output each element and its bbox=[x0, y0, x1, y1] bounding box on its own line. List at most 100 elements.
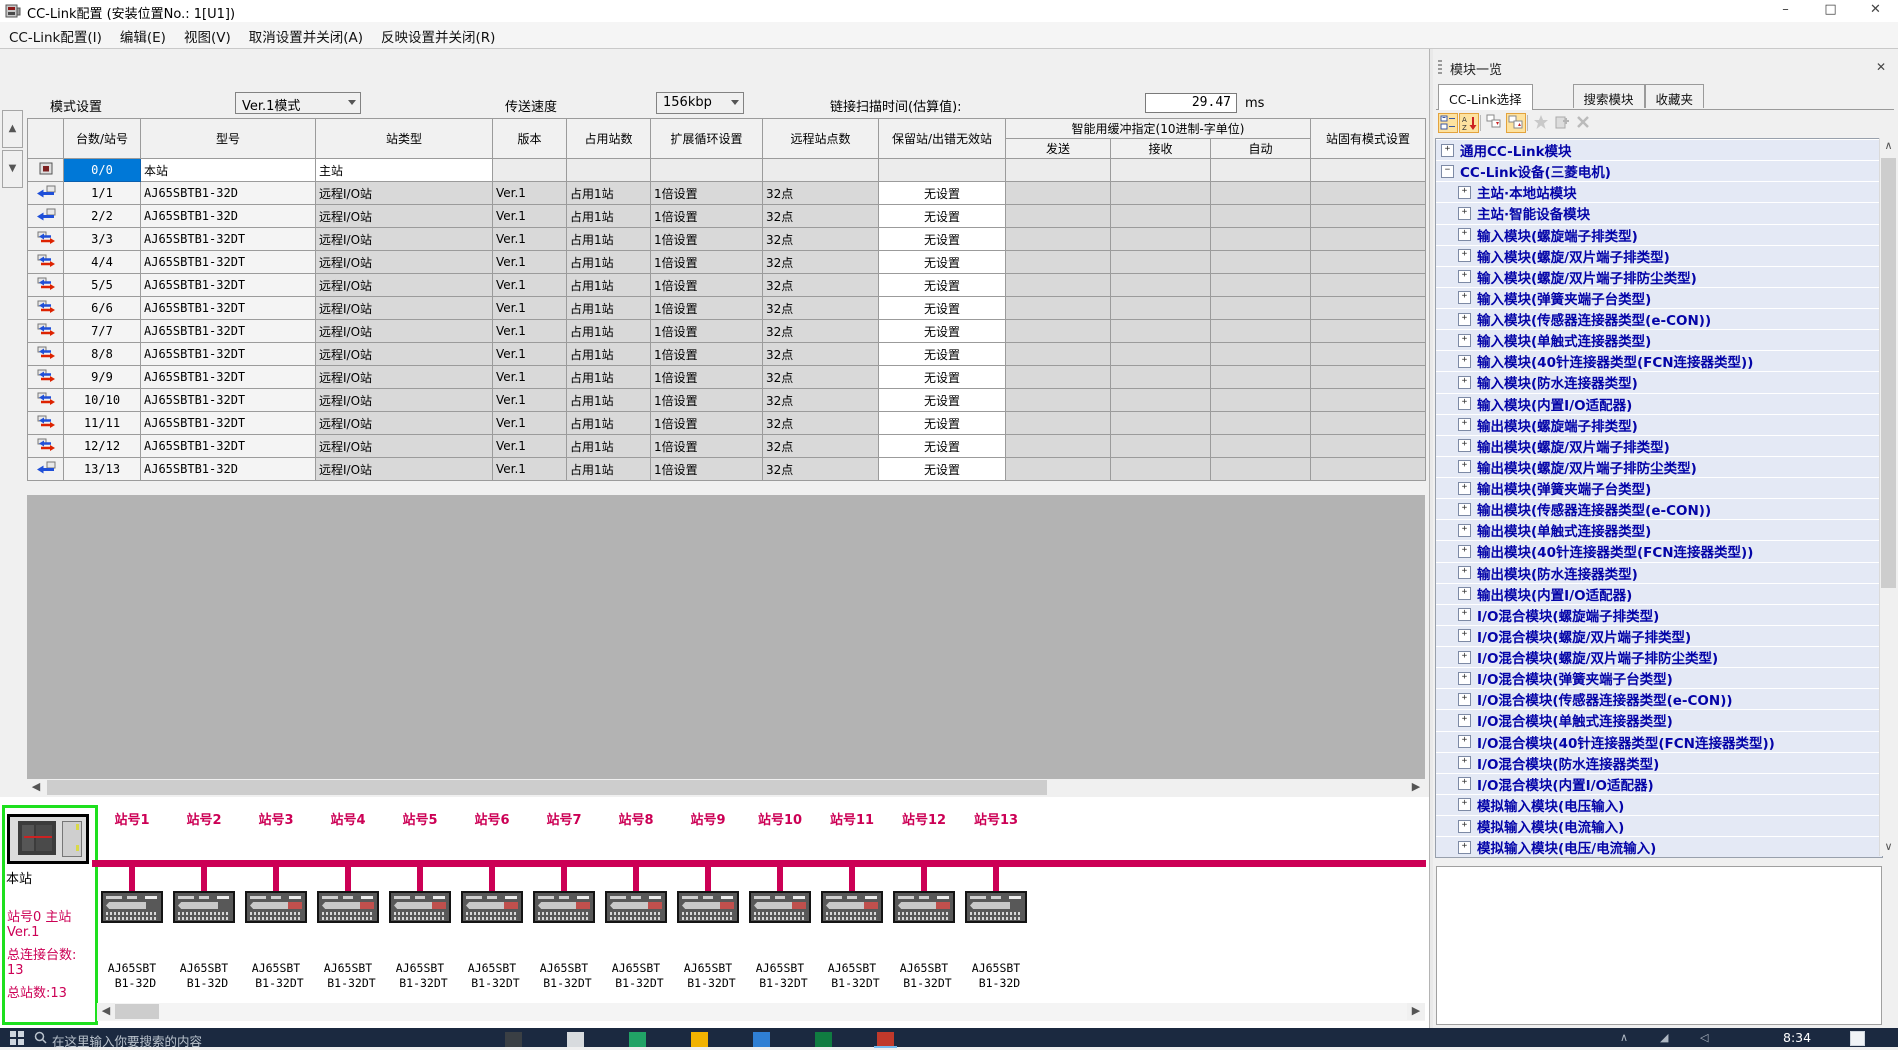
drag-grip-icon[interactable] bbox=[1438, 60, 1442, 76]
tree-item[interactable]: +I/O混合模块(螺旋/双片端子排类型) bbox=[1436, 625, 1882, 646]
collapse-all-icon[interactable] bbox=[1485, 113, 1505, 133]
cell-type[interactable]: 主站 bbox=[316, 159, 493, 182]
cell-reserve[interactable]: 无设置 bbox=[879, 366, 1006, 389]
tree-item[interactable]: +输入模块(内置I/O适配器) bbox=[1436, 393, 1882, 414]
cell-points[interactable]: 32点 bbox=[763, 182, 879, 205]
cell-reserve[interactable]: 无设置 bbox=[879, 435, 1006, 458]
close-button[interactable]: ✕ bbox=[1853, 0, 1898, 22]
expand-icon[interactable]: + bbox=[1441, 144, 1454, 157]
expand-icon[interactable]: + bbox=[1458, 756, 1471, 769]
cell-empty[interactable] bbox=[1311, 366, 1426, 389]
scroll-left-icon[interactable]: ◀ bbox=[27, 779, 45, 796]
tree-item[interactable]: +模拟输入模块(电流输入) bbox=[1436, 815, 1882, 836]
cell-empty[interactable] bbox=[1006, 228, 1111, 251]
tree-item[interactable]: +输出模块(螺旋/双片端子排防尘类型) bbox=[1436, 456, 1882, 477]
tree-item[interactable]: +I/O混合模块(螺旋/双片端子排防尘类型) bbox=[1436, 646, 1882, 667]
io-module-icon[interactable] bbox=[28, 320, 64, 343]
tray-up-icon[interactable]: ∧ bbox=[1620, 1031, 1628, 1044]
cell-occupied[interactable]: 占用1站 bbox=[567, 343, 651, 366]
scroll-down-icon[interactable]: ∨ bbox=[1880, 839, 1897, 856]
cell-ext[interactable]: 1倍设置 bbox=[651, 320, 763, 343]
expand-icon[interactable]: + bbox=[1458, 376, 1471, 389]
scroll-up-button[interactable]: ▲ bbox=[2, 110, 23, 148]
expand-icon[interactable]: + bbox=[1458, 439, 1471, 452]
cell-empty[interactable] bbox=[1006, 297, 1111, 320]
cell-type[interactable]: 远程I/O站 bbox=[316, 343, 493, 366]
expand-icon[interactable]: + bbox=[1458, 693, 1471, 706]
cell-station[interactable]: 0/0 bbox=[64, 159, 141, 182]
cell-empty[interactable] bbox=[1006, 274, 1111, 297]
app-icon-2[interactable] bbox=[567, 1032, 584, 1047]
expand-icon[interactable]: + bbox=[1458, 566, 1471, 579]
cell-empty[interactable] bbox=[1006, 343, 1111, 366]
expand-icon[interactable]: + bbox=[1458, 503, 1471, 516]
remote-module-image[interactable] bbox=[173, 891, 235, 923]
cell-empty[interactable] bbox=[1311, 320, 1426, 343]
cell-points[interactable]: 32点 bbox=[763, 389, 879, 412]
cell-reserve[interactable]: 无设置 bbox=[879, 320, 1006, 343]
menu-item-4[interactable]: 取消设置并关闭(A) bbox=[240, 22, 372, 48]
cell-type[interactable]: 远程I/O站 bbox=[316, 274, 493, 297]
tree-item[interactable]: +输入模块(单触式连接器类型) bbox=[1436, 329, 1882, 350]
cell-empty[interactable] bbox=[1111, 366, 1211, 389]
cell-reserve[interactable]: 无设置 bbox=[879, 458, 1006, 481]
expand-icon[interactable]: + bbox=[1458, 777, 1471, 790]
favorite-star-icon[interactable] bbox=[1532, 113, 1552, 133]
tree-item[interactable]: −CC-Link设备(三菱电机) bbox=[1436, 160, 1882, 181]
tree-item[interactable]: +I/O混合模块(传感器连接器类型(e-CON)) bbox=[1436, 688, 1882, 709]
panel-title-bar[interactable]: 模块一览 ✕ bbox=[1436, 57, 1894, 79]
tab-search-module[interactable]: 搜索模块 bbox=[1573, 84, 1645, 108]
tree-item[interactable]: +输出模块(螺旋端子排类型) bbox=[1436, 414, 1882, 435]
cell-empty[interactable] bbox=[1006, 182, 1111, 205]
expand-icon[interactable]: + bbox=[1458, 651, 1471, 664]
cell-occupied[interactable]: 占用1站 bbox=[567, 435, 651, 458]
cell-type[interactable]: 远程I/O站 bbox=[316, 366, 493, 389]
expand-icon[interactable]: + bbox=[1458, 291, 1471, 304]
expand-icon[interactable]: + bbox=[1458, 186, 1471, 199]
mode-select[interactable]: Ver.1模式 bbox=[235, 92, 361, 114]
tree-item[interactable]: +主站·智能设备模块 bbox=[1436, 202, 1882, 223]
cell-ext[interactable]: 1倍设置 bbox=[651, 458, 763, 481]
cell-type[interactable]: 远程I/O站 bbox=[316, 320, 493, 343]
cell-points[interactable]: 32点 bbox=[763, 366, 879, 389]
cell-type[interactable]: 远程I/O站 bbox=[316, 458, 493, 481]
cell-occupied[interactable]: 占用1站 bbox=[567, 274, 651, 297]
menu-item-5[interactable]: 反映设置并关闭(R) bbox=[372, 22, 504, 48]
cell-type[interactable]: 远程I/O站 bbox=[316, 389, 493, 412]
tree-item[interactable]: +I/O混合模块(弹簧夹端子台类型) bbox=[1436, 667, 1882, 688]
tab-cclink-select[interactable]: CC-Link选择 bbox=[1438, 84, 1533, 110]
cell-reserve[interactable]: 无设置 bbox=[879, 251, 1006, 274]
tree-item[interactable]: +I/O混合模块(内置I/O适配器) bbox=[1436, 773, 1882, 794]
expand-icon[interactable]: + bbox=[1458, 798, 1471, 811]
expand-icon[interactable]: + bbox=[1458, 270, 1471, 283]
tree-item[interactable]: +输入模块(弹簧夹端子台类型) bbox=[1436, 287, 1882, 308]
collapse-icon[interactable]: − bbox=[1441, 165, 1454, 178]
cell-type[interactable]: 远程I/O站 bbox=[316, 251, 493, 274]
tree-vscrollbar[interactable]: ∧ ∨ bbox=[1879, 138, 1897, 856]
cell-empty[interactable] bbox=[1006, 435, 1111, 458]
cell-empty[interactable] bbox=[1311, 182, 1426, 205]
io-module-icon[interactable] bbox=[28, 274, 64, 297]
cell-empty[interactable] bbox=[1111, 205, 1211, 228]
cell-empty[interactable] bbox=[1211, 251, 1311, 274]
cell-empty[interactable] bbox=[1111, 251, 1211, 274]
cell-version[interactable]: Ver.1 bbox=[493, 435, 567, 458]
cell-empty[interactable] bbox=[1111, 297, 1211, 320]
cell-reserve[interactable] bbox=[879, 159, 1006, 182]
cell-ext[interactable]: 1倍设置 bbox=[651, 228, 763, 251]
expand-icon[interactable]: + bbox=[1458, 397, 1471, 410]
cell-reserve[interactable]: 无设置 bbox=[879, 205, 1006, 228]
expand-icon[interactable]: + bbox=[1458, 249, 1471, 262]
cell-reserve[interactable]: 无设置 bbox=[879, 182, 1006, 205]
cell-type[interactable]: 远程I/O站 bbox=[316, 435, 493, 458]
cell-version[interactable]: Ver.1 bbox=[493, 182, 567, 205]
cell-occupied[interactable]: 占用1站 bbox=[567, 320, 651, 343]
app-icon-6[interactable] bbox=[815, 1032, 832, 1047]
io-module-icon[interactable] bbox=[28, 343, 64, 366]
cell-points[interactable] bbox=[763, 159, 879, 182]
tree-item[interactable]: +I/O混合模块(单触式连接器类型) bbox=[1436, 709, 1882, 730]
remote-module-image[interactable] bbox=[605, 891, 667, 923]
cell-empty[interactable] bbox=[1311, 343, 1426, 366]
maximize-button[interactable]: □ bbox=[1808, 0, 1853, 22]
expand-icon[interactable]: + bbox=[1458, 820, 1471, 833]
